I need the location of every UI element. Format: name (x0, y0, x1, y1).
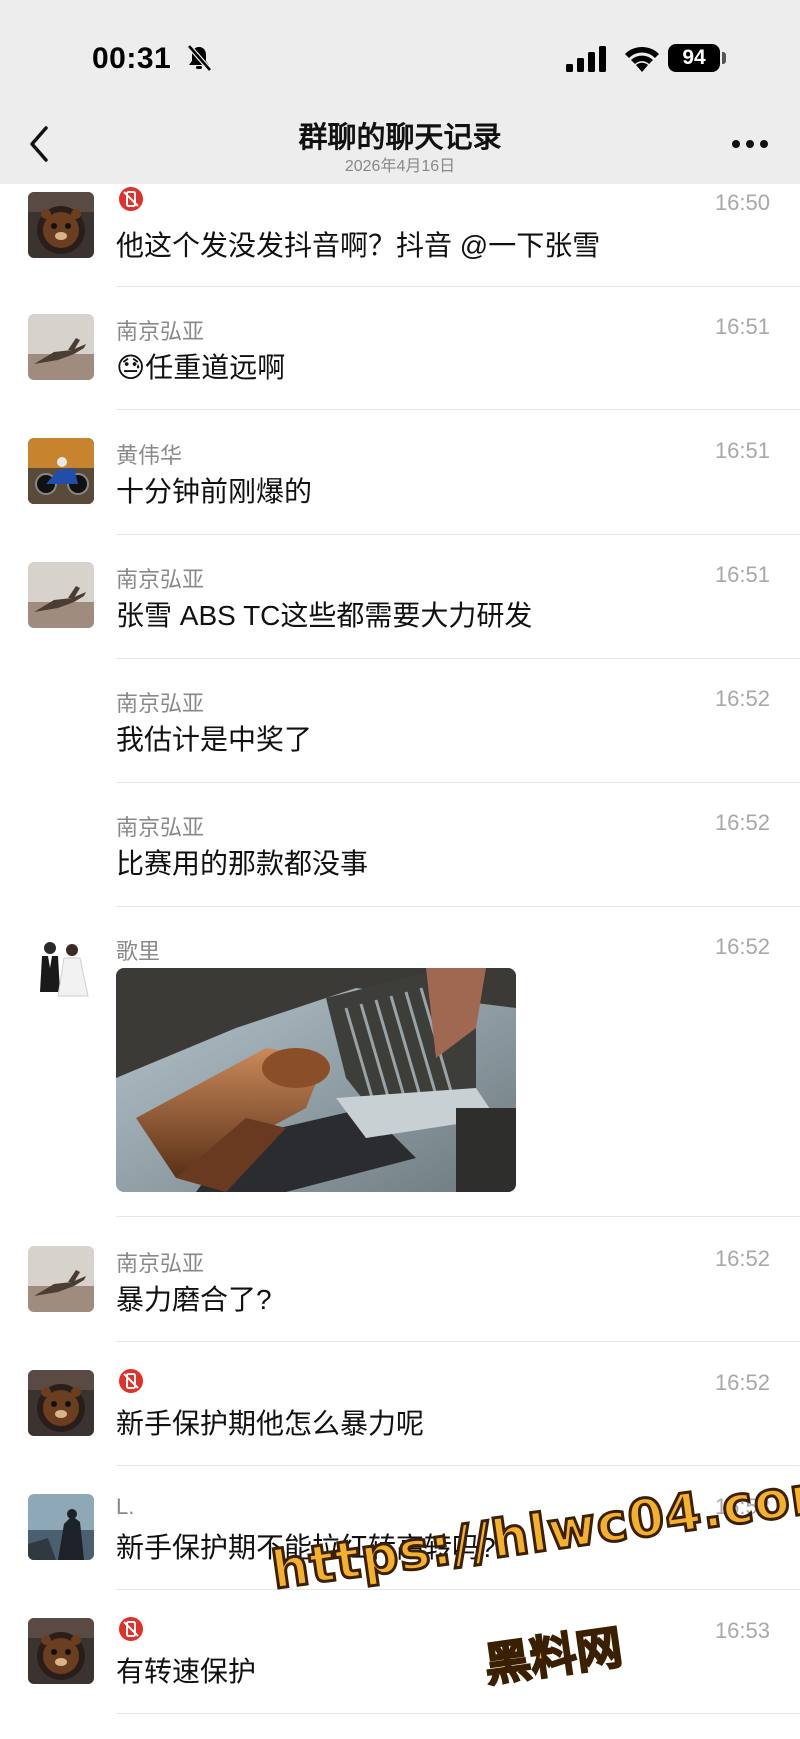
message-time: 16:52 (714, 934, 770, 959)
lizard-avatar[interactable] (28, 1246, 94, 1312)
sender-name: 歌里 (116, 939, 161, 964)
chat-message: 16:53 有转速保护 (0, 1610, 800, 1714)
message-divider (116, 534, 800, 535)
message-text: 比赛用的那款都没事 (116, 848, 369, 879)
message-time: 16:51 (714, 562, 770, 587)
message-time: 16:51 (714, 438, 770, 463)
no-phone-badge-icon (119, 1369, 143, 1393)
message-divider (116, 1216, 800, 1217)
chat-message: 南京弘亚 16:51 张雪 ABS TC这些都需要大力研发 (0, 554, 800, 659)
message-time: 16:52 (714, 686, 770, 711)
no-phone-badge-icon (119, 1617, 143, 1641)
chat-message: 南京弘亚 16:52 暴力磨合了? (0, 1238, 800, 1342)
chat-message: 南京弘亚 16:52 比赛用的那款都没事 (0, 802, 800, 907)
message-divider (116, 1341, 800, 1342)
message-divider (116, 906, 800, 907)
message-time: 16:52 (714, 810, 770, 835)
battery-icon: 94 (668, 44, 720, 72)
message-time: 16:53 (714, 1618, 770, 1643)
sender-name: 黄伟华 (116, 443, 183, 468)
sender-name: 南京弘亚 (116, 691, 205, 716)
message-text: 😓任重道远啊 (116, 346, 285, 386)
bear-avatar[interactable] (28, 1370, 94, 1436)
mute-bell-icon (187, 44, 212, 72)
sender-name: L. (116, 1494, 135, 1519)
coast-avatar[interactable] (28, 1494, 94, 1560)
message-text: 十分钟前刚爆的 (116, 476, 313, 507)
chat-message: 黄伟华 16:51 十分钟前刚爆的 (0, 430, 800, 535)
message-divider (116, 286, 800, 287)
motorcycle-avatar[interactable] (28, 438, 94, 504)
chat-message: 南京弘亚 16:52 我估计是中奖了 (0, 678, 800, 783)
message-text: 他这个发没发抖音啊？抖音 @一下张雪 (116, 230, 601, 261)
sweat-smile-emoji: 😓 (116, 351, 146, 384)
message-divider (116, 1465, 800, 1466)
wifi-icon (625, 46, 659, 72)
battery-cap (722, 52, 726, 64)
message-text: 张雪 ABS TC这些都需要大力研发 (116, 600, 533, 631)
chat-message: 16:50 他这个发没发抖音啊？抖音 @一下张雪 (0, 184, 800, 287)
message-divider (116, 409, 800, 410)
bear-avatar[interactable] (28, 1618, 94, 1684)
message-text: 有转速保护 (116, 1656, 257, 1687)
lizard-avatar[interactable] (28, 314, 94, 380)
no-phone-badge-icon (119, 187, 143, 211)
message-divider (116, 658, 800, 659)
message-text: 暴力磨合了? (116, 1284, 272, 1315)
bear-avatar[interactable] (28, 192, 94, 258)
message-time: 16:52 (714, 1370, 770, 1395)
message-time: 16:51 (714, 314, 770, 339)
message-divider (116, 782, 800, 783)
sender-name: 南京弘亚 (116, 815, 205, 840)
signal-icon (566, 46, 606, 72)
lizard-avatar[interactable] (28, 562, 94, 628)
message-text: 新手保护期他怎么暴力呢 (116, 1408, 425, 1439)
sender-name: 南京弘亚 (116, 1251, 205, 1276)
battery-level: 94 (682, 46, 706, 69)
message-divider (116, 1713, 800, 1714)
chat-message: 南京弘亚 16:51 😓任重道远啊 (0, 306, 800, 410)
status-time: 00:31 (92, 42, 172, 75)
message-text-body: 任重道远啊 (145, 352, 286, 383)
sender-name: 南京弘亚 (116, 567, 205, 592)
message-time: 16:52 (714, 1246, 770, 1271)
message-text: 我估计是中奖了 (116, 724, 313, 755)
message-time: 16:50 (714, 190, 770, 215)
page-title: 群聊的聊天记录 (298, 122, 502, 154)
chat-message: 16:52 新手保护期他怎么暴力呢 (0, 1362, 800, 1466)
couple-avatar[interactable] (28, 934, 94, 1000)
sender-name: 南京弘亚 (116, 319, 205, 344)
nav-bar: 群聊的聊天记录 2026年4月16日 (0, 100, 800, 184)
page-subtitle-date: 2026年4月16日 (344, 158, 456, 175)
engine-radiator-photo[interactable] (116, 968, 516, 1192)
message-divider (116, 1589, 800, 1590)
status-bar: 00:31 94 (0, 0, 800, 100)
more-options-icon[interactable] (730, 138, 770, 150)
